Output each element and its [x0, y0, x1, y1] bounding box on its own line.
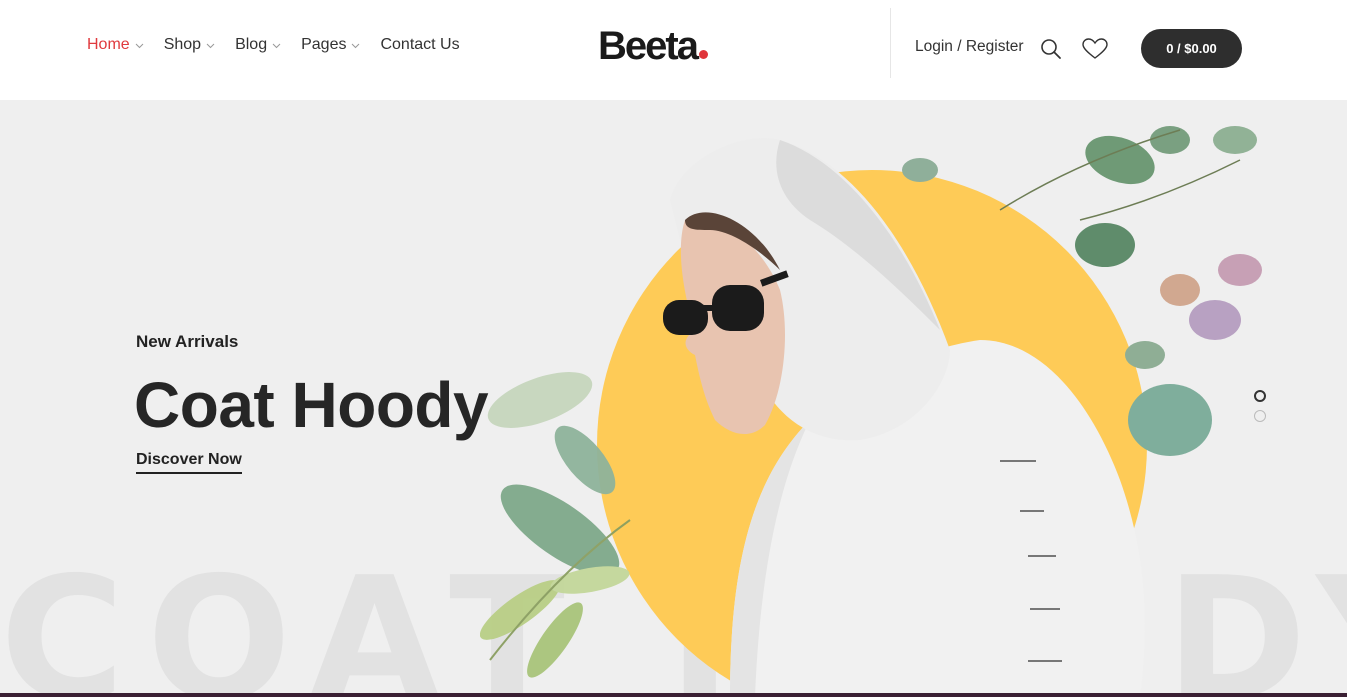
nav-item-contact-us[interactable]: Contact Us: [380, 36, 459, 54]
nav-item-label: Contact Us: [380, 36, 460, 53]
slider-dot-1[interactable]: [1254, 390, 1266, 402]
nav-item-label: Pages: [301, 36, 347, 53]
nav-item-blog[interactable]: Blog: [235, 36, 281, 54]
header-divider: [890, 8, 891, 78]
bottom-edge-bar: [0, 693, 1347, 697]
chevron-down-icon: [272, 41, 281, 50]
nav-item-label: Shop: [163, 36, 202, 53]
site-header: Home Shop Blog Pages Contact Us Beeta Lo…: [0, 0, 1347, 100]
logo-dot: [698, 50, 708, 59]
discover-now-link[interactable]: Discover Now: [136, 451, 242, 474]
nav-item-pages[interactable]: Pages: [301, 36, 360, 54]
chevron-down-icon: [206, 41, 215, 50]
site-logo[interactable]: Beeta: [598, 22, 708, 70]
hero-slider: COAT HOODY: [0, 100, 1347, 697]
nav-item-label: Blog: [235, 36, 268, 53]
search-icon[interactable]: [1040, 38, 1062, 60]
hero-image: [480, 126, 1262, 697]
main-nav: Home Shop Blog Pages Contact Us: [87, 36, 480, 54]
logo-text: Beeta: [598, 24, 699, 68]
nav-item-shop[interactable]: Shop: [164, 36, 215, 54]
hero-subtitle: New Arrivals: [136, 332, 239, 351]
slider-dot-2[interactable]: [1254, 410, 1266, 422]
nav-item-label: Home: [87, 36, 130, 53]
chevron-down-icon: [135, 41, 144, 50]
nav-item-home[interactable]: Home: [87, 36, 144, 54]
cart-button[interactable]: 0 / $0.00: [1141, 29, 1242, 68]
heart-icon[interactable]: [1082, 38, 1108, 60]
login-register-link[interactable]: Login / Register: [915, 38, 1024, 56]
chevron-down-icon: [351, 41, 360, 50]
hero-title: Coat Hoody: [134, 369, 489, 441]
slider-pagination: [1254, 390, 1266, 430]
